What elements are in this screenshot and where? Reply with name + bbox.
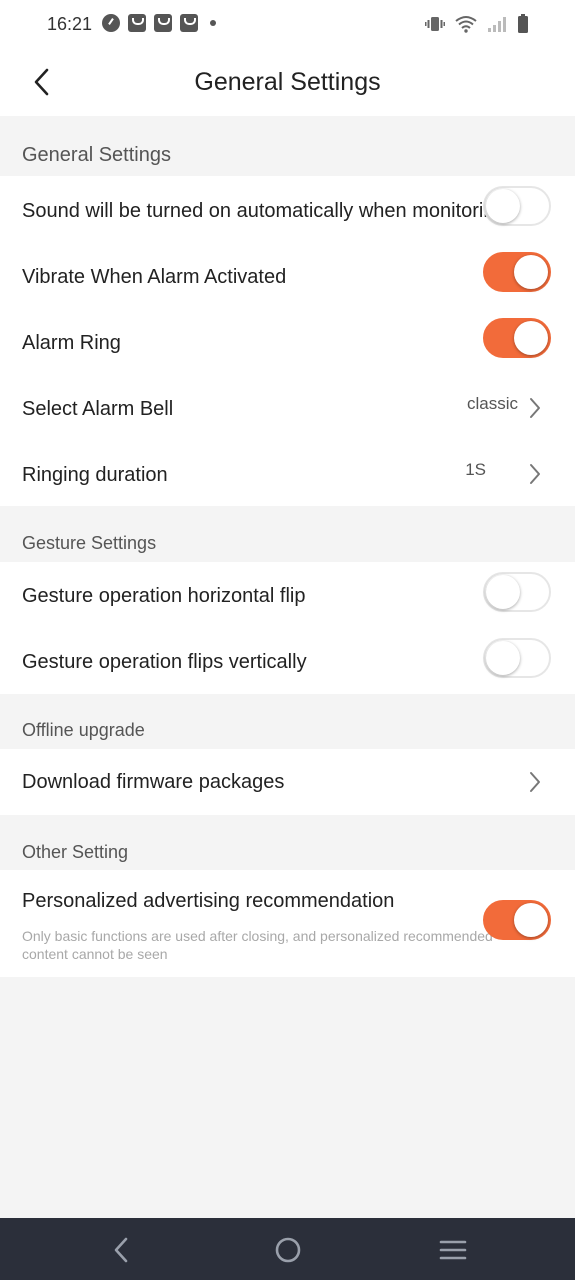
row-personalized-ads[interactable]: Personalized advertising recommendation … [0, 870, 575, 977]
toggle-knob [486, 575, 520, 609]
section-header-gesture: Gesture Settings [0, 506, 575, 562]
vibrate-icon [425, 17, 445, 31]
bag-icon [128, 14, 146, 32]
row-ringing-duration[interactable]: Ringing duration 1S [0, 440, 575, 506]
alarm-ring-label: Alarm Ring [22, 332, 121, 354]
speedometer-icon [102, 14, 120, 32]
wifi-icon [455, 16, 477, 33]
download-firmware-label: Download firmware packages [22, 771, 285, 793]
section-header-other: Other Setting [0, 815, 575, 870]
section-title-general: General Settings [22, 144, 171, 166]
system-nav-bar [0, 1218, 575, 1280]
toggle-knob [514, 903, 548, 937]
row-sound-auto[interactable]: Sound will be turned on automatically wh… [0, 176, 575, 242]
card-other: Personalized advertising recommendation … [0, 870, 575, 977]
vibrate-label: Vibrate When Alarm Activated [22, 266, 287, 288]
ringing-duration-label: Ringing duration [22, 464, 168, 486]
toggle-knob [486, 641, 520, 675]
sound-auto-toggle[interactable] [483, 186, 551, 226]
vertical-flip-toggle[interactable] [483, 638, 551, 678]
section-header-offline: Offline upgrade [0, 694, 575, 749]
battery-icon [518, 14, 528, 33]
vertical-flip-label: Gesture operation flips vertically [22, 651, 307, 673]
home-nav-icon[interactable] [274, 1236, 302, 1264]
horizontal-flip-label: Gesture operation horizontal flip [22, 585, 306, 607]
section-title-gesture: Gesture Settings [22, 533, 157, 553]
status-bar: 16:21 [0, 0, 575, 48]
row-vertical-flip[interactable]: Gesture operation flips vertically [0, 628, 575, 694]
header: General Settings [0, 48, 575, 116]
card-gesture: Gesture operation horizontal flip Gestur… [0, 562, 575, 694]
ringing-duration-value: 1S [465, 460, 486, 479]
alarm-bell-label: Select Alarm Bell [22, 398, 174, 420]
notification-icons [102, 14, 216, 32]
row-horizontal-flip[interactable]: Gesture operation horizontal flip [0, 562, 575, 628]
chevron-right-icon [530, 398, 540, 418]
personalized-ads-label: Personalized advertising recommendation [22, 890, 395, 912]
sound-auto-label: Sound will be turned on automatically wh… [22, 200, 502, 222]
status-time: 16:21 [47, 14, 93, 34]
alarm-bell-value: classic [466, 394, 518, 413]
recents-nav-icon[interactable] [439, 1236, 467, 1264]
vibrate-toggle[interactable] [483, 252, 551, 292]
bag-icon [180, 14, 198, 32]
alarm-ring-toggle[interactable] [483, 318, 551, 358]
back-nav-icon[interactable] [108, 1236, 136, 1264]
card-offline: Download firmware packages [0, 749, 575, 815]
row-alarm-bell[interactable]: Select Alarm Bell classic [0, 374, 575, 440]
personalized-ads-description: Only basic functions are used after clos… [22, 928, 493, 962]
chevron-right-icon [530, 772, 540, 792]
toggle-knob [514, 321, 548, 355]
dot-icon [210, 20, 216, 26]
row-download-firmware[interactable]: Download firmware packages [0, 749, 575, 815]
toggle-knob [514, 255, 548, 289]
section-title-offline: Offline upgrade [22, 720, 145, 740]
row-vibrate[interactable]: Vibrate When Alarm Activated [0, 242, 575, 308]
horizontal-flip-toggle[interactable] [483, 572, 551, 612]
bag-icon [154, 14, 172, 32]
card-general: Sound will be turned on automatically wh… [0, 176, 575, 506]
chevron-right-icon [530, 464, 540, 484]
section-title-other: Other Setting [22, 842, 129, 862]
page-title: General Settings [194, 68, 381, 96]
signal-icon [488, 17, 506, 32]
toggle-knob [486, 189, 520, 223]
status-icons [425, 14, 529, 34]
personalized-ads-toggle[interactable] [483, 900, 551, 940]
section-header-general: General Settings [0, 116, 575, 176]
row-alarm-ring[interactable]: Alarm Ring [0, 308, 575, 374]
